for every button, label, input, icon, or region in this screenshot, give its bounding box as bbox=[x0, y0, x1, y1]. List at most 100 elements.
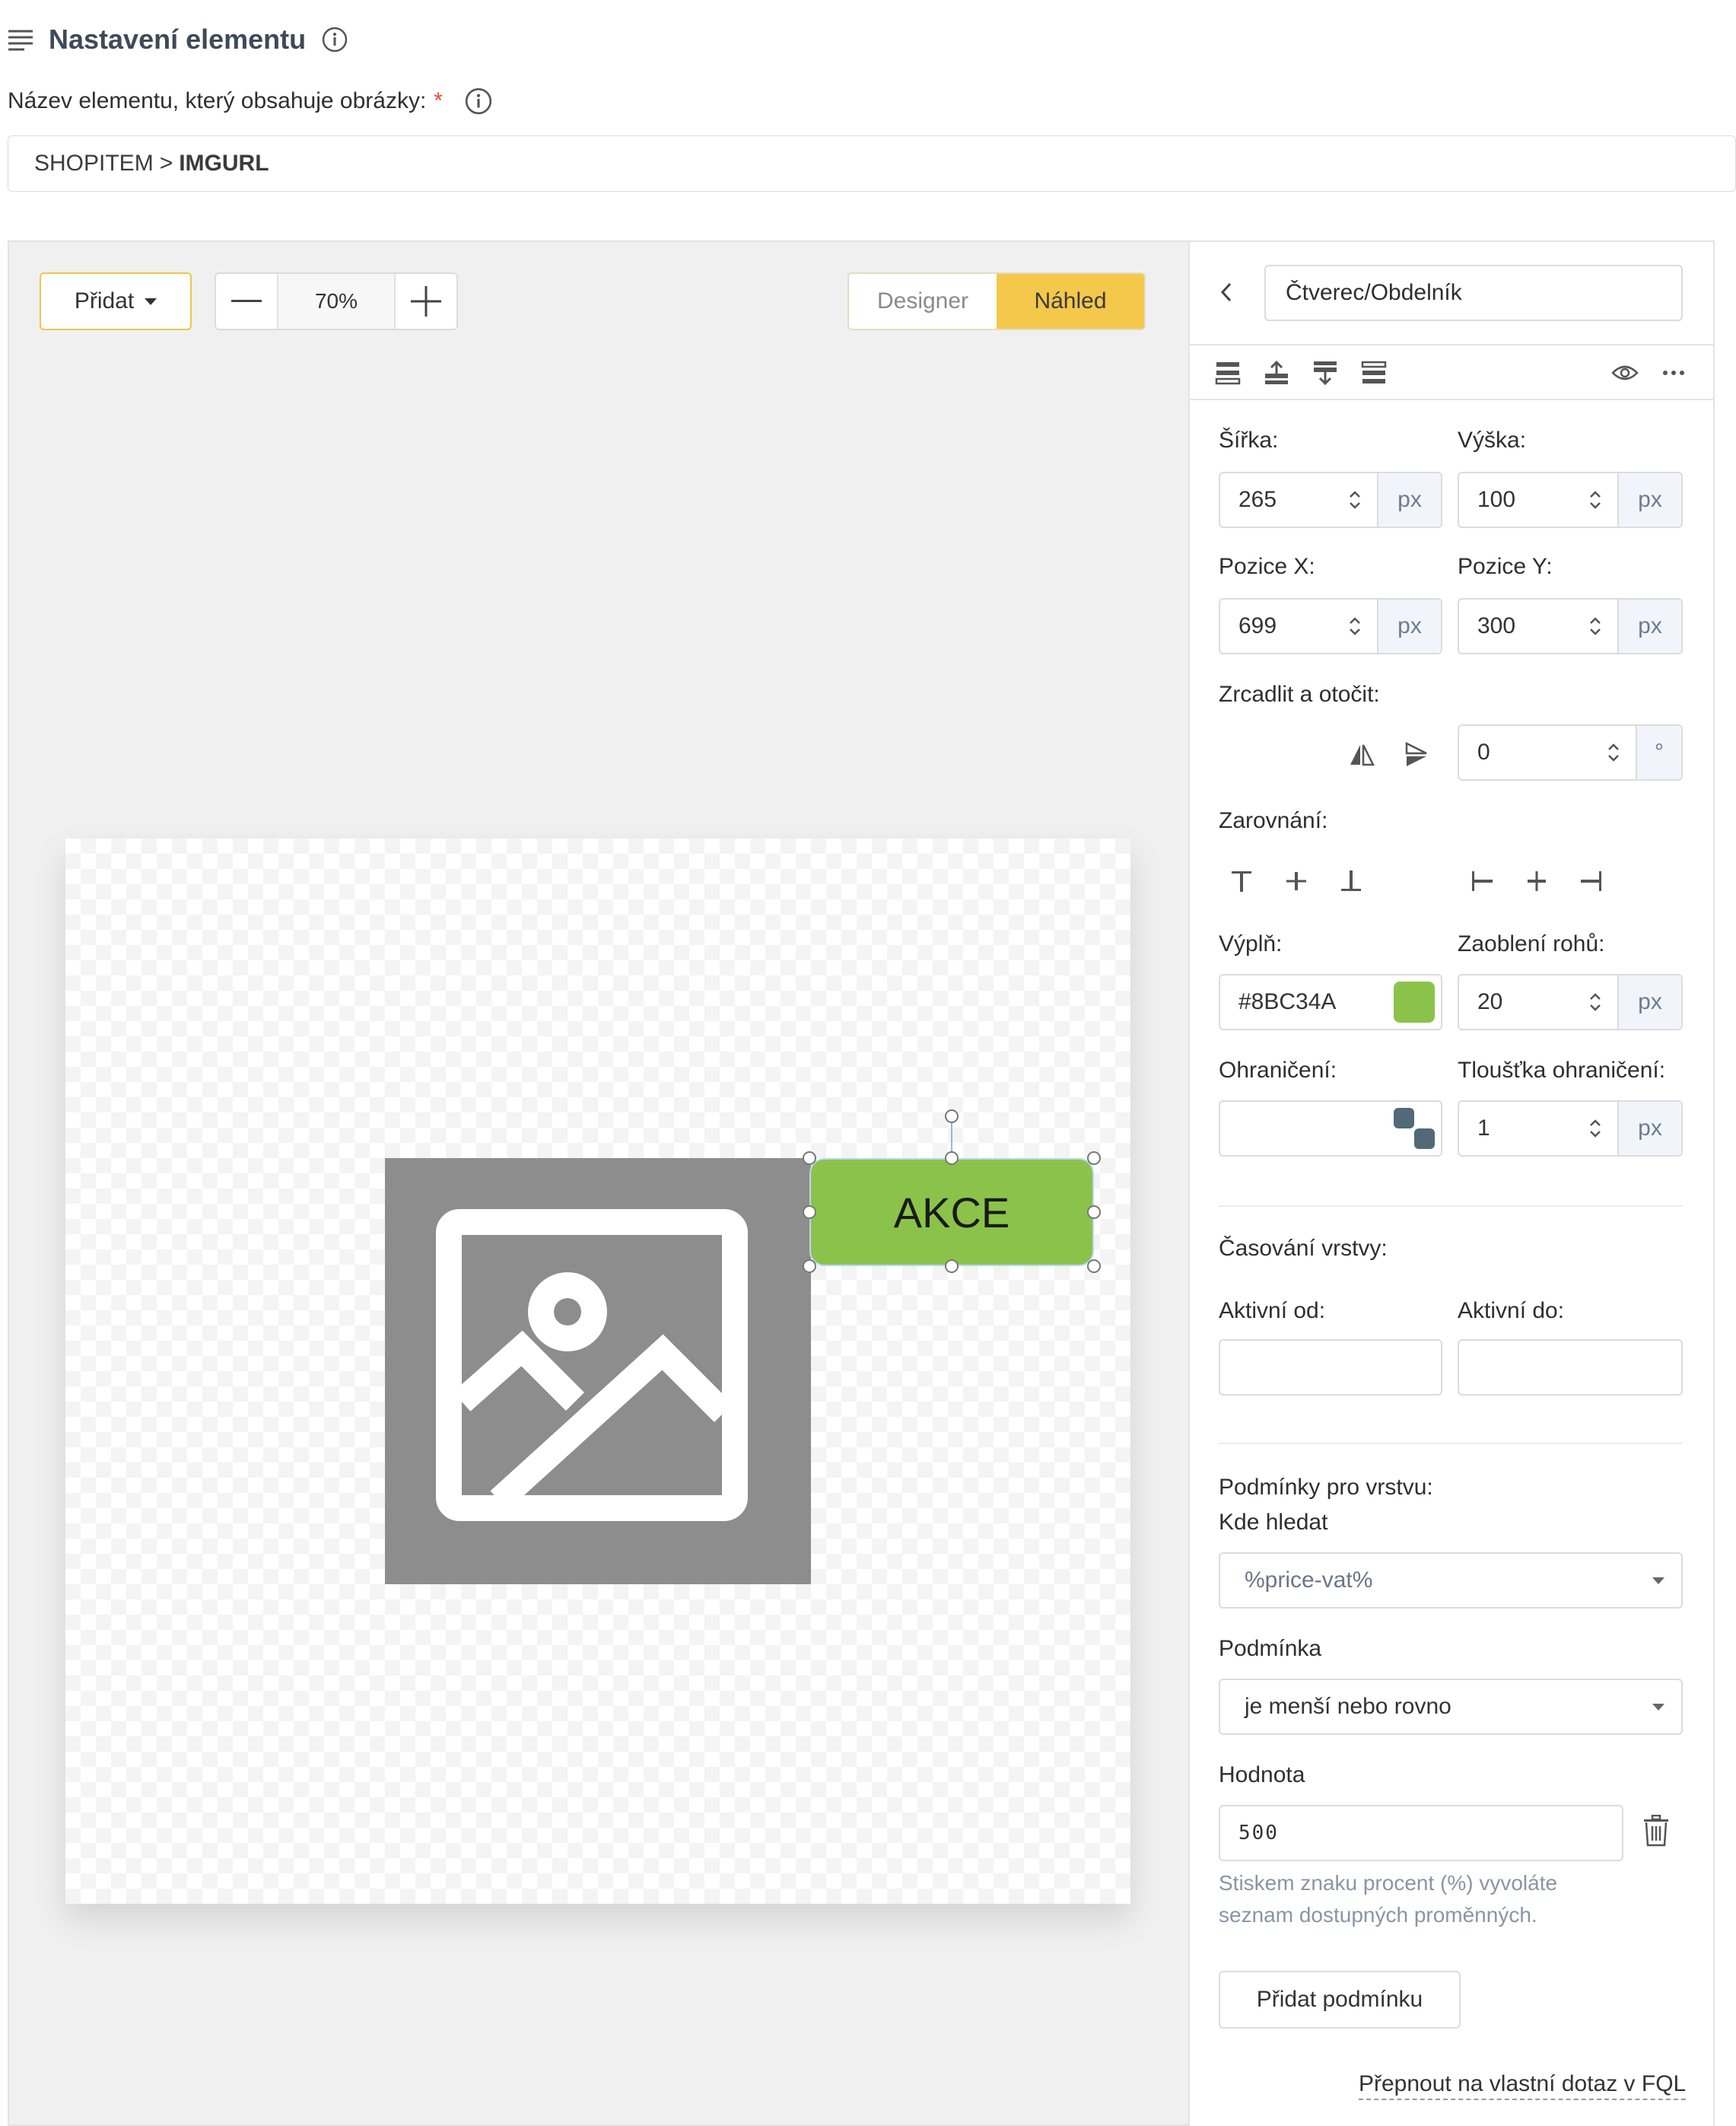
resize-handle-w[interactable] bbox=[803, 1205, 816, 1219]
layer-up-button[interactable] bbox=[1260, 358, 1293, 388]
align-top-button[interactable] bbox=[1226, 866, 1257, 896]
border-width-value: 1 bbox=[1477, 1116, 1490, 1141]
border-color-input[interactable] bbox=[1219, 1100, 1442, 1157]
resize-handle-se[interactable] bbox=[1087, 1259, 1101, 1273]
posx-input[interactable]: 699 px bbox=[1219, 598, 1442, 654]
stepper-icon[interactable] bbox=[1584, 485, 1607, 515]
unit-label: px bbox=[1617, 473, 1681, 527]
active-from-input[interactable] bbox=[1219, 1339, 1442, 1396]
posx-label: Pozice X: bbox=[1219, 554, 1315, 579]
tab-preview[interactable]: Náhled bbox=[997, 274, 1144, 329]
stepper-icon[interactable] bbox=[1584, 1113, 1607, 1144]
align-middle-button[interactable] bbox=[1281, 866, 1312, 896]
fill-label: Výplň: bbox=[1219, 931, 1283, 956]
element-path-field[interactable]: SHOPITEM > IMGURL bbox=[8, 135, 1736, 192]
timing-title: Časování vrstvy: bbox=[1219, 1236, 1388, 1261]
layer-to-back-button[interactable] bbox=[1211, 358, 1245, 388]
flip-horizontal-button[interactable] bbox=[1347, 740, 1377, 770]
tab-designer[interactable]: Designer bbox=[849, 274, 997, 329]
flip-vertical-button[interactable] bbox=[1401, 740, 1432, 770]
zoom-out-button[interactable] bbox=[216, 274, 277, 329]
more-horizontal-icon bbox=[1663, 371, 1684, 375]
element-type-value: Čtverec/Obdelník bbox=[1286, 280, 1462, 305]
info-icon[interactable] bbox=[321, 26, 348, 53]
image-icon bbox=[436, 1209, 748, 1521]
condition-select[interactable]: je menší nebo rovno bbox=[1219, 1679, 1683, 1735]
stepper-icon[interactable] bbox=[1602, 737, 1625, 768]
radius-input[interactable]: 20 px bbox=[1458, 974, 1683, 1030]
value-input[interactable]: 500 bbox=[1219, 1805, 1623, 1861]
element-name-label: Název elementu, který obsahuje obrázky: … bbox=[8, 84, 493, 119]
rotate-handle[interactable] bbox=[945, 1109, 959, 1123]
menu-icon bbox=[8, 30, 33, 51]
info-icon[interactable] bbox=[464, 87, 493, 116]
visibility-button[interactable] bbox=[1608, 358, 1642, 388]
mode-toggle: Designer Náhled bbox=[847, 272, 1146, 330]
fill-color-swatch[interactable] bbox=[1394, 982, 1435, 1023]
border-label: Ohraničení: bbox=[1219, 1058, 1337, 1083]
where-select[interactable]: %price-vat% bbox=[1219, 1552, 1683, 1609]
align-center-button[interactable] bbox=[1521, 866, 1552, 896]
unit-label: px bbox=[1617, 975, 1681, 1029]
zoom-in-button[interactable] bbox=[396, 274, 456, 329]
page-title: Nastavení elementu bbox=[49, 24, 307, 55]
element-type-input[interactable]: Čtverec/Obdelník bbox=[1264, 265, 1683, 321]
chevron-down-icon bbox=[1652, 1703, 1664, 1711]
align-vertical-center-icon bbox=[1286, 872, 1306, 890]
zoom-value: 70% bbox=[277, 274, 396, 329]
condition-label: Podmínka bbox=[1219, 1636, 1322, 1661]
add-button-label: Přidat bbox=[74, 288, 135, 313]
align-left-icon bbox=[1472, 871, 1493, 891]
more-button[interactable] bbox=[1657, 358, 1690, 388]
posy-value: 300 bbox=[1477, 613, 1516, 638]
add-condition-button[interactable]: Přidat podmínku bbox=[1219, 1971, 1461, 2029]
unit-label: px bbox=[1617, 600, 1681, 653]
value-value: 500 bbox=[1238, 1822, 1279, 1844]
resize-handle-s[interactable] bbox=[945, 1259, 959, 1273]
back-button[interactable] bbox=[1213, 272, 1240, 312]
align-right-button[interactable] bbox=[1576, 866, 1607, 896]
element-name-label-text: Název elementu, který obsahuje obrázky: bbox=[8, 88, 427, 113]
height-input[interactable]: 100 px bbox=[1458, 472, 1683, 528]
stepper-icon[interactable] bbox=[1343, 611, 1366, 641]
flip-vertical-icon bbox=[1405, 742, 1427, 766]
fill-color-input[interactable]: #8BC34A bbox=[1219, 974, 1442, 1030]
align-bottom-button[interactable] bbox=[1336, 866, 1366, 896]
align-left-button[interactable] bbox=[1467, 866, 1497, 896]
transparent-swatch-icon[interactable] bbox=[1394, 1108, 1435, 1149]
stepper-icon[interactable] bbox=[1584, 611, 1607, 641]
layer-to-front-button[interactable] bbox=[1357, 358, 1391, 388]
path-separator: > bbox=[159, 151, 173, 176]
height-label: Výška: bbox=[1458, 428, 1527, 453]
posy-label: Pozice Y: bbox=[1458, 554, 1553, 579]
active-to-input[interactable] bbox=[1458, 1339, 1683, 1396]
resize-handle-n[interactable] bbox=[945, 1151, 959, 1165]
help-text: Stiskem znaku procent (%) vyvoláte sezna… bbox=[1219, 1867, 1675, 1931]
layer-down-button[interactable] bbox=[1308, 358, 1342, 388]
zoom-control: 70% bbox=[215, 272, 458, 330]
border-width-input[interactable]: 1 px bbox=[1458, 1100, 1683, 1157]
add-button[interactable]: Přidat bbox=[40, 272, 192, 330]
resize-handle-e[interactable] bbox=[1087, 1205, 1101, 1219]
delete-condition-button[interactable] bbox=[1640, 1811, 1672, 1851]
image-placeholder[interactable] bbox=[385, 1158, 811, 1584]
align-top-icon bbox=[1232, 871, 1251, 892]
resize-handle-nw[interactable] bbox=[803, 1151, 816, 1165]
unit-label: px bbox=[1617, 1102, 1681, 1155]
rotation-input[interactable]: 0 ° bbox=[1458, 724, 1683, 781]
plus-icon bbox=[411, 286, 441, 317]
align-label: Zarovnání: bbox=[1219, 808, 1328, 833]
resize-handle-ne[interactable] bbox=[1087, 1151, 1101, 1165]
resize-handle-sw[interactable] bbox=[803, 1259, 816, 1273]
fql-link[interactable]: Přepnout na vlastní dotaz v FQL bbox=[1359, 2071, 1687, 2100]
unit-label: px bbox=[1377, 600, 1441, 653]
akce-shape[interactable]: AKCE bbox=[809, 1158, 1094, 1266]
radius-value: 20 bbox=[1477, 989, 1503, 1014]
minus-icon bbox=[231, 300, 262, 302]
align-horizontal-center-icon bbox=[1528, 871, 1546, 891]
stepper-icon[interactable] bbox=[1343, 485, 1366, 515]
width-input[interactable]: 265 px bbox=[1219, 472, 1442, 528]
stepper-icon[interactable] bbox=[1584, 987, 1607, 1017]
flip-horizontal-icon bbox=[1350, 744, 1375, 766]
posy-input[interactable]: 300 px bbox=[1458, 598, 1683, 654]
